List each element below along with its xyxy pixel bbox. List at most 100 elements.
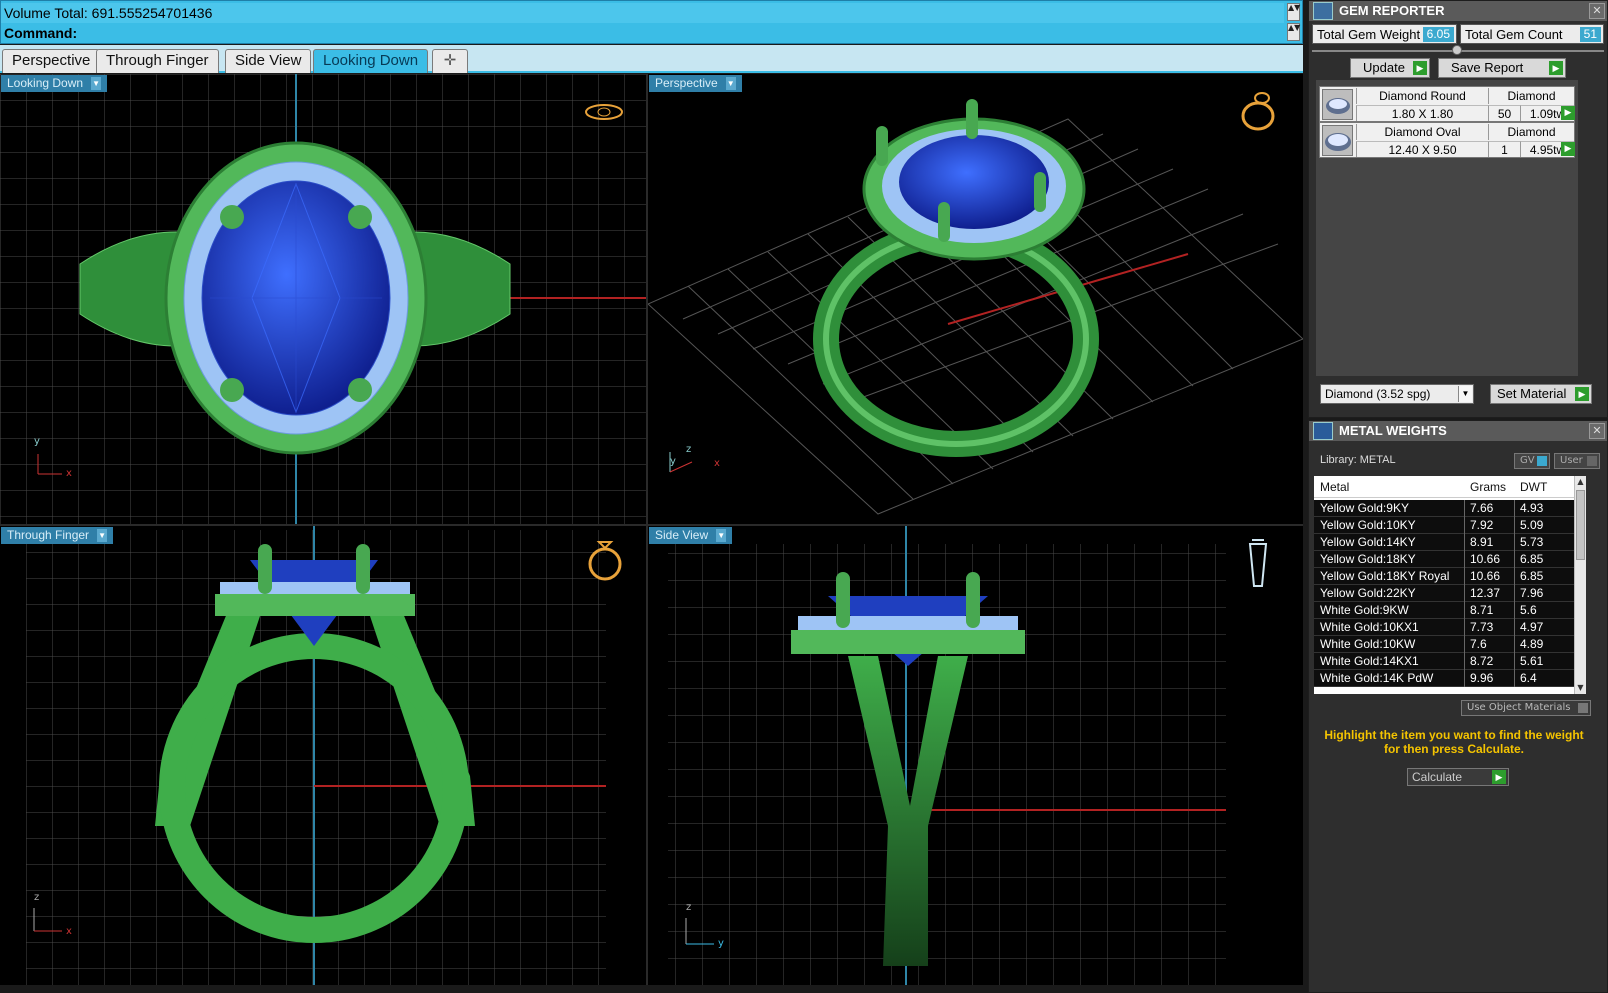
view-tabbar: Perspective Through Finger Side View Loo…: [0, 45, 1303, 73]
metal-grams: 9.96: [1464, 670, 1493, 687]
column-header-grams[interactable]: Grams: [1470, 476, 1506, 498]
metal-dwt: 5.09: [1514, 517, 1543, 534]
metal-weights-table: Metal Grams DWT Yellow Gold:9KY 7.66 4.93 Y…: [1314, 476, 1586, 694]
go-arrow-icon: ▶: [1492, 770, 1506, 784]
metal-name: Yellow Gold:22KY: [1320, 586, 1416, 600]
set-material-button[interactable]: Set Material ▶: [1490, 384, 1592, 404]
metal-table-row[interactable]: Yellow Gold:14KY 8.91 5.73: [1314, 534, 1574, 551]
metal-name: White Gold:14K PdW: [1320, 671, 1434, 685]
gv-toggle[interactable]: GV: [1514, 453, 1550, 469]
viewport-label-side-view[interactable]: Side View ▼: [649, 527, 733, 544]
metal-dwt: 6.85: [1514, 568, 1543, 585]
metal-table-row[interactable]: Yellow Gold:18KY 10.66 6.85: [1314, 551, 1574, 568]
viewport-label-looking-down[interactable]: Looking Down ▼: [1, 75, 108, 92]
metal-dwt: 6.4: [1514, 670, 1537, 687]
tab-looking-down[interactable]: Looking Down: [313, 49, 429, 73]
close-icon[interactable]: ✕: [1589, 423, 1605, 439]
viewport-label-perspective[interactable]: Perspective ▼: [649, 75, 742, 92]
viewport-menu-caret-icon[interactable]: ▼: [91, 77, 102, 91]
total-gem-weight-value: 6.05: [1422, 27, 1454, 42]
gem-reporter-logo-icon: [1313, 2, 1333, 20]
viewport-perspective[interactable]: Perspective ▼ z x y: [648, 74, 1303, 524]
command-line[interactable]: Command:: [1, 23, 1284, 43]
command-scroll-down[interactable]: ▲▼: [1287, 23, 1300, 41]
gem-row-go-arrow-icon[interactable]: ▶: [1561, 142, 1575, 156]
metal-table-row[interactable]: White Gold:9KW 8.71 5.6: [1314, 602, 1574, 619]
go-arrow-icon: ▶: [1413, 61, 1427, 75]
metal-grams: 7.66: [1464, 500, 1493, 517]
viewport-menu-caret-icon[interactable]: ▼: [725, 77, 736, 91]
volume-total-text: Volume Total: 691.555254701436: [1, 3, 1284, 23]
update-button[interactable]: Update ▶: [1350, 58, 1430, 78]
gem-row[interactable]: Diamond Oval Diamond 12.40 X 9.50 1 4.95…: [1319, 122, 1575, 158]
metal-dwt: 5.6: [1514, 602, 1537, 619]
tab-perspective[interactable]: Perspective: [2, 49, 101, 73]
gem-size: 1.80 X 1.80: [1356, 105, 1488, 121]
material-select[interactable]: Diamond (3.52 spg) ▼: [1320, 384, 1474, 404]
close-icon[interactable]: ✕: [1589, 3, 1605, 19]
toggle-indicator: [1587, 456, 1597, 466]
axis-label-z: z: [34, 892, 40, 903]
metal-dwt: 4.97: [1514, 619, 1543, 636]
metal-table-row[interactable]: Yellow Gold:18KY Royal 10.66 6.85: [1314, 568, 1574, 585]
metal-table-row[interactable]: White Gold:14KX1 8.72 5.61: [1314, 653, 1574, 670]
gem-name: Diamond Round: [1356, 88, 1488, 104]
scroll-up-icon[interactable]: ▲: [1575, 476, 1586, 488]
looking-down-scene: [0, 74, 646, 524]
ring-side-view-icon[interactable]: [1244, 534, 1272, 590]
calculate-button[interactable]: Calculate ▶: [1407, 768, 1509, 786]
metal-name: Yellow Gold:18KY: [1320, 552, 1416, 566]
tab-side-view[interactable]: Side View: [225, 49, 312, 73]
tab-through-finger[interactable]: Through Finger: [96, 49, 219, 73]
metal-table-row[interactable]: Yellow Gold:22KY 12.37 7.96: [1314, 585, 1574, 602]
metal-name: Yellow Gold:10KY: [1320, 518, 1416, 532]
metal-table-row[interactable]: White Gold:14K PdW 9.96 6.4: [1314, 670, 1574, 687]
metal-grams: 7.6: [1464, 636, 1487, 653]
viewport-label-through-finger[interactable]: Through Finger ▼: [1, 527, 114, 544]
total-gem-weight-field: Total Gem Weight 6.05: [1312, 24, 1457, 44]
add-tab-plus-icon[interactable]: ✛: [432, 49, 468, 73]
command-scroll-up[interactable]: ▲▼: [1287, 3, 1300, 21]
save-report-button[interactable]: Save Report ▶: [1438, 58, 1566, 78]
use-object-materials-toggle[interactable]: Use Object Materials: [1461, 700, 1591, 716]
gem-row-go-arrow-icon[interactable]: ▶: [1561, 106, 1575, 120]
viewport-side-view[interactable]: Side View ▼ z y: [648, 526, 1303, 985]
metal-dwt: 7.96: [1514, 585, 1543, 602]
gem-row[interactable]: Diamond Round Diamond 1.80 X 1.80 50 1.0…: [1319, 86, 1575, 122]
calculate-hint: Highlight the item you want to find the …: [1324, 728, 1584, 756]
metal-table-row[interactable]: Yellow Gold:10KY 7.92 5.09: [1314, 517, 1574, 534]
ring-top-view-icon[interactable]: [583, 101, 625, 123]
side-view-scene: [668, 526, 1226, 985]
metal-grams: 7.73: [1464, 619, 1493, 636]
axis-label-z: z: [686, 902, 692, 913]
metal-table-row[interactable]: White Gold:10KX1 7.73 4.97: [1314, 619, 1574, 636]
oval-diamond-icon: [1322, 125, 1353, 156]
scrollbar-thumb[interactable]: [1576, 490, 1585, 560]
metal-grams: 12.37: [1464, 585, 1500, 602]
metal-table-row[interactable]: White Gold:10KW 7.6 4.89: [1314, 636, 1574, 653]
column-header-dwt[interactable]: DWT: [1520, 476, 1547, 498]
column-header-metal[interactable]: Metal: [1320, 476, 1349, 498]
round-diamond-icon: [1322, 89, 1353, 120]
library-label: Library: METAL: [1320, 454, 1396, 466]
scroll-down-icon[interactable]: ▼: [1575, 682, 1586, 694]
viewport-menu-caret-icon[interactable]: ▼: [716, 529, 727, 543]
through-finger-scene: [26, 526, 606, 985]
viewport-through-finger[interactable]: Through Finger ▼ z x: [0, 526, 646, 985]
metal-table-row[interactable]: Yellow Gold:9KY 7.66 4.93: [1314, 500, 1574, 517]
metal-table-scrollbar[interactable]: ▲ ▼: [1574, 476, 1586, 694]
gem-size: 12.40 X 9.50: [1356, 141, 1488, 157]
splitter-handle[interactable]: [1452, 45, 1462, 55]
user-toggle[interactable]: User: [1554, 453, 1600, 469]
viewport-menu-caret-icon[interactable]: ▼: [97, 529, 108, 543]
viewport-looking-down[interactable]: Looking Down ▼ y x: [0, 74, 646, 524]
metal-name: White Gold:10KW: [1320, 637, 1416, 651]
metal-dwt: 6.85: [1514, 551, 1543, 568]
metal-dwt: 5.61: [1514, 653, 1543, 670]
ring-front-view-icon[interactable]: [584, 536, 626, 582]
axis-label-y: y: [34, 436, 40, 447]
chevron-down-icon: ▼: [1458, 386, 1472, 402]
ring-perspective-icon[interactable]: [1238, 90, 1278, 132]
metal-weights-title: METAL WEIGHTS: [1309, 421, 1607, 441]
axis-label-x: x: [714, 458, 720, 469]
